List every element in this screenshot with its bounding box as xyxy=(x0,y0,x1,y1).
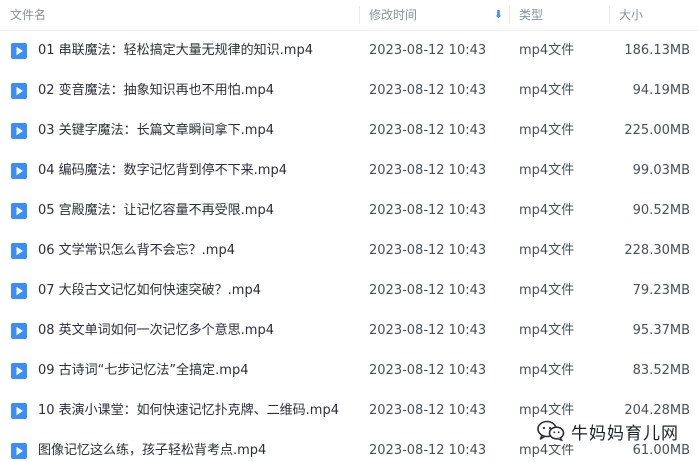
file-size: 95.37MB xyxy=(632,323,690,338)
file-size: 90.52MB xyxy=(632,203,690,218)
down-arrow-icon: ⬇ xyxy=(493,8,503,21)
video-file-icon xyxy=(11,43,27,59)
file-type: mp4文件 xyxy=(519,323,575,338)
file-type: mp4文件 xyxy=(519,283,575,298)
video-file-icon xyxy=(11,83,27,99)
file-type: mp4文件 xyxy=(519,163,575,178)
file-type: mp4文件 xyxy=(519,203,575,218)
file-type: mp4文件 xyxy=(519,83,575,98)
file-size: 99.03MB xyxy=(632,163,690,178)
video-file-icon xyxy=(11,443,27,459)
file-type: mp4文件 xyxy=(519,363,575,378)
video-file-icon xyxy=(11,403,27,419)
file-rows: 01 串联魔法：轻松搞定大量无规律的知识.mp4 2023-08-12 10:43… xyxy=(0,31,699,462)
file-size: 228.30MB xyxy=(624,243,690,258)
file-row[interactable]: 05 宫殿魔法：让记忆容量不再受限.mp4 2023-08-12 10:43 mp4… xyxy=(0,191,699,231)
file-size: 225.00MB xyxy=(624,123,690,138)
file-size: 79.23MB xyxy=(632,283,690,298)
video-file-icon xyxy=(11,323,27,339)
file-name[interactable]: 07 大段古文记忆如何快速突破？.mp4 xyxy=(38,271,358,311)
file-modified-date: 2023-08-12 10:43 xyxy=(369,123,487,138)
file-modified-date: 2023-08-12 10:43 xyxy=(369,203,487,218)
file-list: 文件名 修改时间 ⬇ 类型 大小 01 串联魔法：轻松搞定大量无规律的知识.mp… xyxy=(0,0,699,462)
file-name[interactable]: 09 古诗词“七步记忆法”全搞定.mp4 xyxy=(38,351,358,391)
file-name[interactable]: 图像记忆这么练，孩子轻松背考点.mp4 xyxy=(38,431,358,462)
file-row[interactable]: 01 串联魔法：轻松搞定大量无规律的知识.mp4 2023-08-12 10:43… xyxy=(0,31,699,71)
file-row[interactable]: 06 文学常识怎么背不会忘？.mp4 2023-08-12 10:43 mp4文件 2… xyxy=(0,231,699,271)
file-type: mp4文件 xyxy=(519,43,575,58)
file-row[interactable]: 07 大段古文记忆如何快速突破？.mp4 2023-08-12 10:43 mp4文… xyxy=(0,271,699,311)
file-size: 83.52MB xyxy=(632,363,690,378)
video-file-icon xyxy=(11,283,27,299)
file-name[interactable]: 01 串联魔法：轻松搞定大量无规律的知识.mp4 xyxy=(38,31,358,71)
file-modified-date: 2023-08-12 10:43 xyxy=(369,323,487,338)
file-modified-date: 2023-08-12 10:43 xyxy=(369,43,487,58)
file-row[interactable]: 02 变音魔法：抽象知识再也不用怕.mp4 2023-08-12 10:43 mp4… xyxy=(0,71,699,111)
video-file-icon xyxy=(11,163,27,179)
file-modified-date: 2023-08-12 10:43 xyxy=(369,403,487,418)
video-file-icon xyxy=(11,123,27,139)
video-file-icon xyxy=(11,203,27,219)
file-name[interactable]: 04 编码魔法：数字记忆背到停不下来.mp4 xyxy=(38,151,358,191)
file-type: mp4文件 xyxy=(519,243,575,258)
file-modified-date: 2023-08-12 10:43 xyxy=(369,443,487,458)
file-size: 186.13MB xyxy=(624,43,690,58)
video-file-icon xyxy=(11,243,27,259)
column-header-modified[interactable]: 修改时间 ⬇ xyxy=(360,0,510,30)
file-row[interactable]: 08 英文单词如何一次记忆多个意思.mp4 2023-08-12 10:43 mp4… xyxy=(0,311,699,351)
file-name[interactable]: 10 表演小课堂：如何快速记忆扑克牌、二维码.mp4 xyxy=(38,391,358,431)
column-header-modified-label: 修改时间 xyxy=(369,8,418,22)
file-modified-date: 2023-08-12 10:43 xyxy=(369,363,487,378)
file-modified-date: 2023-08-12 10:43 xyxy=(369,163,487,178)
column-header-name[interactable]: 文件名 xyxy=(0,0,359,30)
file-type: mp4文件 xyxy=(519,123,575,138)
video-file-icon xyxy=(11,363,27,379)
file-name[interactable]: 02 变音魔法：抽象知识再也不用怕.mp4 xyxy=(38,71,358,111)
column-header-row: 文件名 修改时间 ⬇ 类型 大小 xyxy=(0,0,699,31)
file-modified-date: 2023-08-12 10:43 xyxy=(369,83,487,98)
column-header-size[interactable]: 大小 xyxy=(610,0,699,30)
file-size: 94.19MB xyxy=(632,83,690,98)
file-name[interactable]: 05 宫殿魔法：让记忆容量不再受限.mp4 xyxy=(38,191,358,231)
file-modified-date: 2023-08-12 10:43 xyxy=(369,243,487,258)
file-row[interactable]: 09 古诗词“七步记忆法”全搞定.mp4 2023-08-12 10:43 mp4文… xyxy=(0,351,699,391)
file-modified-date: 2023-08-12 10:43 xyxy=(369,283,487,298)
column-header-type[interactable]: 类型 xyxy=(510,0,610,30)
file-row[interactable]: 04 编码魔法：数字记忆背到停不下来.mp4 2023-08-12 10:43 mp… xyxy=(0,151,699,191)
wechat-icon xyxy=(537,420,565,442)
watermark: 牛妈妈育儿网 xyxy=(531,418,685,444)
file-name[interactable]: 08 英文单词如何一次记忆多个意思.mp4 xyxy=(38,311,358,351)
file-name[interactable]: 06 文学常识怎么背不会忘？.mp4 xyxy=(38,231,358,271)
watermark-text: 牛妈妈育儿网 xyxy=(571,423,679,444)
file-row[interactable]: 03 关键字魔法：长篇文章瞬间拿下.mp4 2023-08-12 10:43 mp4… xyxy=(0,111,699,151)
file-name[interactable]: 03 关键字魔法：长篇文章瞬间拿下.mp4 xyxy=(38,111,358,151)
